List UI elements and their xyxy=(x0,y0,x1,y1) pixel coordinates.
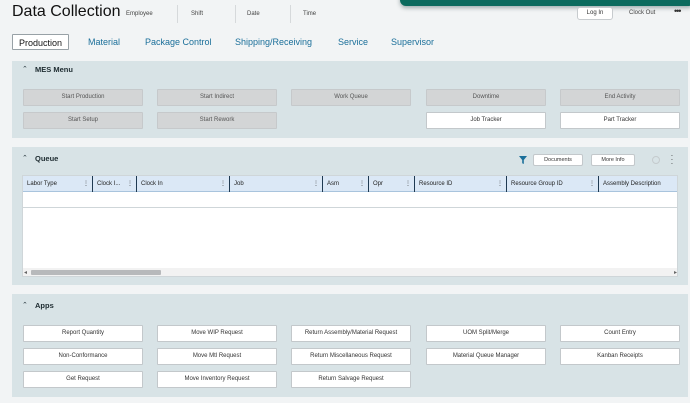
apps-panel: ⌃ Apps Report Quantity Move WIP Request … xyxy=(12,294,688,397)
vertical-ellipsis-icon[interactable]: · · · xyxy=(670,152,674,168)
column-menu-icon[interactable]: ⋮ xyxy=(497,181,503,187)
column-menu-icon[interactable]: ⋮ xyxy=(589,181,595,187)
ellipsis-icon[interactable]: ••• xyxy=(674,6,682,16)
queue-grid: Labor Type ⋮ Clock I... ⋮ Clock In ⋮ Job ⋮ A… xyxy=(22,175,678,277)
return-miscellaneous-request-button[interactable]: Return Miscellaneous Request xyxy=(291,348,411,365)
column-label: Labor Type xyxy=(27,181,57,187)
documents-button[interactable]: Documents xyxy=(533,154,583,166)
header-divider xyxy=(235,5,236,23)
page-title: Data Collection xyxy=(12,3,121,20)
employee-field-label[interactable]: Employee xyxy=(126,11,153,17)
column-label: Opr xyxy=(373,181,384,187)
column-menu-icon[interactable]: ⋮ xyxy=(83,181,89,187)
column-menu-icon[interactable]: ⋮ xyxy=(220,181,226,187)
clock-out-button[interactable]: Clock Out xyxy=(629,10,655,16)
more-info-button[interactable]: More Info xyxy=(591,154,635,166)
app-header: Data Collection Employee Shift Date Time… xyxy=(0,0,690,28)
mes-menu-title: MES Menu xyxy=(35,65,73,74)
column-label: Clock I... xyxy=(97,181,121,187)
downtime-button[interactable]: Downtime xyxy=(426,89,546,106)
column-label: Job xyxy=(234,181,244,187)
end-activity-button[interactable]: End Activity xyxy=(560,89,680,106)
column-menu-icon[interactable]: ⋮ xyxy=(359,181,365,187)
header-divider xyxy=(290,5,291,23)
column-labor-type[interactable]: Labor Type ⋮ xyxy=(23,176,93,192)
column-menu-icon[interactable]: ⋮ xyxy=(127,181,133,187)
queue-header[interactable]: ⌃ Queue Documents More Info · · · xyxy=(12,150,688,168)
part-tracker-button[interactable]: Part Tracker xyxy=(560,112,680,129)
refresh-icon[interactable] xyxy=(652,156,660,164)
tab-material[interactable]: Material xyxy=(88,34,120,50)
move-inventory-request-button[interactable]: Move Inventory Request xyxy=(157,371,277,388)
report-quantity-button[interactable]: Report Quantity xyxy=(23,325,143,342)
column-clock-i[interactable]: Clock I... ⋮ xyxy=(93,176,137,192)
column-clock-in[interactable]: Clock In ⋮ xyxy=(137,176,230,192)
column-assembly-description[interactable]: Assembly Description xyxy=(599,176,677,192)
column-label: Asm xyxy=(327,181,339,187)
start-production-button[interactable]: Start Production xyxy=(23,89,143,106)
scroll-right-icon[interactable]: ▸ xyxy=(674,269,677,276)
grid-header-row: Labor Type ⋮ Clock I... ⋮ Clock In ⋮ Job ⋮ A… xyxy=(23,176,677,192)
return-salvage-request-button[interactable]: Return Salvage Request xyxy=(291,371,411,388)
return-assembly-material-request-button[interactable]: Return Assembly/Material Request xyxy=(291,325,411,342)
header-divider xyxy=(177,5,178,23)
chevron-up-icon[interactable]: ⌃ xyxy=(22,65,28,73)
mes-menu-panel: ⌃ MES Menu Start Production Start Indire… xyxy=(12,61,688,138)
uom-split-merge-button[interactable]: UOM Split/Merge xyxy=(426,325,546,342)
non-conformance-button[interactable]: Non-Conformance xyxy=(23,348,143,365)
start-indirect-button[interactable]: Start Indirect xyxy=(157,89,277,106)
date-field-label[interactable]: Date xyxy=(247,11,260,17)
job-tracker-button[interactable]: Job Tracker xyxy=(426,112,546,129)
start-rework-button[interactable]: Start Rework xyxy=(157,112,277,129)
scroll-left-icon[interactable]: ◂ xyxy=(24,269,27,276)
column-job[interactable]: Job ⋮ xyxy=(230,176,323,192)
count-entry-button[interactable]: Count Entry xyxy=(560,325,680,342)
column-resource-id[interactable]: Resource ID ⋮ xyxy=(415,176,507,192)
table-row[interactable] xyxy=(23,192,677,208)
apps-title: Apps xyxy=(35,301,54,310)
move-wip-request-button[interactable]: Move WIP Request xyxy=(157,325,277,342)
horizontal-scrollbar[interactable]: ◂ ▸ xyxy=(23,268,677,276)
login-button[interactable]: Log In xyxy=(577,7,613,20)
column-resource-group-id[interactable]: Resource Group ID ⋮ xyxy=(507,176,599,192)
column-label: Resource ID xyxy=(419,181,453,187)
column-label: Assembly Description xyxy=(603,181,661,187)
column-label: Clock In xyxy=(141,181,163,187)
move-mtl-request-button[interactable]: Move Mtl Request xyxy=(157,348,277,365)
tab-package-control[interactable]: Package Control xyxy=(145,34,212,50)
work-queue-button[interactable]: Work Queue xyxy=(291,89,411,106)
tab-production[interactable]: Production xyxy=(12,34,70,50)
time-field-label[interactable]: Time xyxy=(303,11,316,17)
mes-menu-header[interactable]: ⌃ MES Menu xyxy=(12,61,688,79)
column-opr[interactable]: Opr ⋮ xyxy=(369,176,415,192)
tab-shipping-receiving[interactable]: Shipping/Receiving xyxy=(235,34,312,50)
queue-panel: ⌃ Queue Documents More Info · · · Labor Ty… xyxy=(12,147,688,285)
tab-service[interactable]: Service xyxy=(338,34,368,50)
column-asm[interactable]: Asm ⋮ xyxy=(323,176,369,192)
column-menu-icon[interactable]: ⋮ xyxy=(313,181,319,187)
filter-icon[interactable] xyxy=(519,156,527,164)
queue-title: Queue xyxy=(35,154,59,163)
notification-banner xyxy=(400,0,690,6)
kanban-receipts-button[interactable]: Kanban Receipts xyxy=(560,348,680,365)
scrollbar-thumb[interactable] xyxy=(31,270,161,275)
apps-header[interactable]: ⌃ Apps xyxy=(12,297,688,315)
column-label: Resource Group ID xyxy=(511,181,563,187)
column-menu-icon[interactable]: ⋮ xyxy=(405,181,411,187)
tab-supervisor[interactable]: Supervisor xyxy=(391,34,434,50)
start-setup-button[interactable]: Start Setup xyxy=(23,112,143,129)
chevron-up-icon[interactable]: ⌃ xyxy=(22,154,28,162)
get-request-button[interactable]: Get Request xyxy=(23,371,143,388)
material-queue-manager-button[interactable]: Material Queue Manager xyxy=(426,348,546,365)
shift-field-label[interactable]: Shift xyxy=(191,11,203,17)
chevron-up-icon[interactable]: ⌃ xyxy=(22,301,28,309)
